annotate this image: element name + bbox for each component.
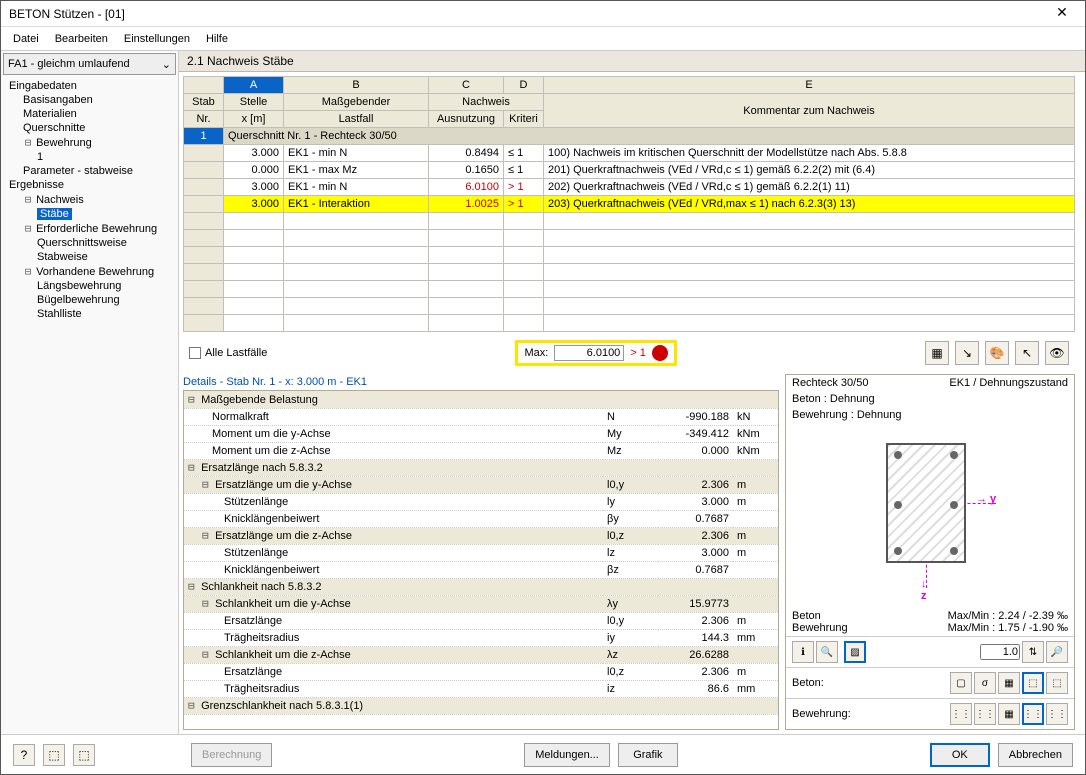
toolbar-btn-eye[interactable]: 👁 [1045,341,1069,365]
tree-erf-bewehrung[interactable]: ⊟ Erforderliche Bewehrung [1,221,178,236]
tree-qsweise[interactable]: Querschnittsweise [1,236,178,250]
section-title: 2.1 Nachweis Stäbe [179,51,1085,72]
details-header: Details - Stab Nr. 1 - x: 3.000 m - EK1 [183,374,779,390]
cs-ek: EK1 / Dehnungszustand [949,377,1068,389]
tree-basisangaben[interactable]: Basisangaben [1,93,178,107]
menubar: Datei Bearbeiten Einstellungen Hilfe [1,27,1085,51]
col-b[interactable]: B [284,77,429,94]
beton-btn-1[interactable]: ▢ [950,672,972,694]
menu-hilfe[interactable]: Hilfe [206,33,228,45]
grafik-button[interactable]: Grafik [618,743,678,767]
meldungen-button[interactable]: Meldungen... [524,743,610,767]
tree-stabweise[interactable]: Stabweise [1,250,178,264]
tree-bugelbew[interactable]: Bügelbewehrung [1,293,178,307]
results-grid[interactable]: A B C D E Stab Stelle Maßgebender Nachwe… [183,76,1075,332]
scale-input[interactable] [980,644,1020,660]
z-axis-label: ↓z [921,578,927,602]
max-highlight-box: Max: > 1 [515,340,676,366]
ok-button[interactable]: OK [930,743,990,767]
window-title: BETON Stützen - [01] [9,7,1047,21]
chevron-down-icon: ⌄ [162,58,171,71]
menu-einstellungen[interactable]: Einstellungen [124,33,190,45]
all-loadcases-label: Alle Lastfälle [205,347,267,359]
col-blank[interactable] [184,77,224,94]
berechnung-button[interactable]: Berechnung [191,743,272,767]
menu-datei[interactable]: Datei [13,33,39,45]
error-face-icon [652,345,668,361]
toolbar-btn-2[interactable]: ↘ [955,341,979,365]
tree-bewehrung-1[interactable]: 1 [1,150,178,164]
tree-ergebnisse[interactable]: Ergebnisse [1,178,178,192]
tree-eingabedaten[interactable]: Eingabedaten [1,79,178,93]
table-row-highlighted[interactable]: 3.000EK1 - Interaktion1.0025> 1203) Quer… [184,196,1075,213]
titlebar: BETON Stützen - [01] ✕ [1,1,1085,27]
toolbar-btn-1[interactable]: ▦ [925,341,949,365]
tree-querschnitte[interactable]: Querschnitte [1,121,178,135]
tree-materialien[interactable]: Materialien [1,107,178,121]
tree-nachweis[interactable]: ⊟ Nachweis [1,192,178,207]
table-row[interactable]: 3.000EK1 - min N0.8494≤ 1100) Nachweis i… [184,145,1075,162]
scale-stepper[interactable]: ⇅ [1022,641,1044,663]
section-row[interactable]: 1 Querschnitt Nr. 1 - Rechteck 30/50 [184,128,1075,145]
cs-title: Rechteck 30/50 [792,377,868,389]
menu-bearbeiten[interactable]: Bearbeiten [55,33,108,45]
bew-btn-3[interactable]: ▦ [998,703,1020,725]
bew-btn-5[interactable]: ⋮⋮ [1046,703,1068,725]
magnify-icon[interactable]: 🔎 [1046,641,1068,663]
bew-btn-2[interactable]: ⋮⋮ [974,703,996,725]
sidebar: FA1 - gleichm umlaufend ⌄ Eingabedaten B… [1,51,179,734]
max-value-input[interactable] [554,345,624,361]
loadcase-dropdown[interactable]: FA1 - gleichm umlaufend ⌄ [3,53,176,75]
beton-btn-2[interactable]: σ [974,672,996,694]
footer: ? ⬚ ⬚ Berechnung Meldungen... Grafik OK … [1,734,1085,774]
col-a[interactable]: A [224,77,284,94]
beton-btn-3[interactable]: ▦ [998,672,1020,694]
export-icon-1[interactable]: ⬚ [43,744,65,766]
table-row[interactable]: 3.000EK1 - min N6.0100> 1202) Querkraftn… [184,179,1075,196]
y-axis-label: → y [976,493,996,505]
cross-section-graphic[interactable]: → y ↓z [786,423,1074,608]
details-panel[interactable]: ⊟ Maßgebende Belastung NormalkraftN-990.… [183,390,779,730]
export-icon-2[interactable]: ⬚ [73,744,95,766]
col-c[interactable]: C [429,77,504,94]
bew-btn-4[interactable]: ⋮⋮ [1022,703,1044,725]
tree-langsbew[interactable]: Längsbewehrung [1,279,178,293]
hatch-icon[interactable]: ▨ [844,641,866,663]
tree-stahlliste[interactable]: Stahlliste [1,307,178,321]
info-icon[interactable]: ℹ [792,641,814,663]
col-e[interactable]: E [544,77,1075,94]
beton-btn-5[interactable]: ⬚ [1046,672,1068,694]
abbrechen-button[interactable]: Abbrechen [998,743,1073,767]
col-d[interactable]: D [504,77,544,94]
beton-btn-4[interactable]: ⬚ [1022,672,1044,694]
help-icon[interactable]: ? [13,744,35,766]
dropdown-label: FA1 - gleichm umlaufend [8,58,162,70]
nav-tree: Eingabedaten Basisangaben Materialien Qu… [1,77,178,734]
close-icon[interactable]: ✕ [1047,4,1077,24]
tree-parameter[interactable]: Parameter - stabweise [1,164,178,178]
bew-btn-1[interactable]: ⋮⋮ [950,703,972,725]
all-loadcases-checkbox[interactable] [189,347,201,359]
cross-section-panel: Rechteck 30/50EK1 / Dehnungszustand Beto… [785,374,1075,730]
tree-stabe[interactable]: Stäbe [1,207,178,221]
table-row[interactable]: 0.000EK1 - max Mz0.1650≤ 1201) Querkraft… [184,162,1075,179]
toolbar-btn-4[interactable]: ↖ [1015,341,1039,365]
tree-bewehrung[interactable]: ⊟ Bewehrung [1,135,178,150]
tree-vorh-bewehrung[interactable]: ⊟ Vorhandene Bewehrung [1,264,178,279]
toolbar-btn-3[interactable]: 🎨 [985,341,1009,365]
zoom-icon[interactable]: 🔍 [816,641,838,663]
